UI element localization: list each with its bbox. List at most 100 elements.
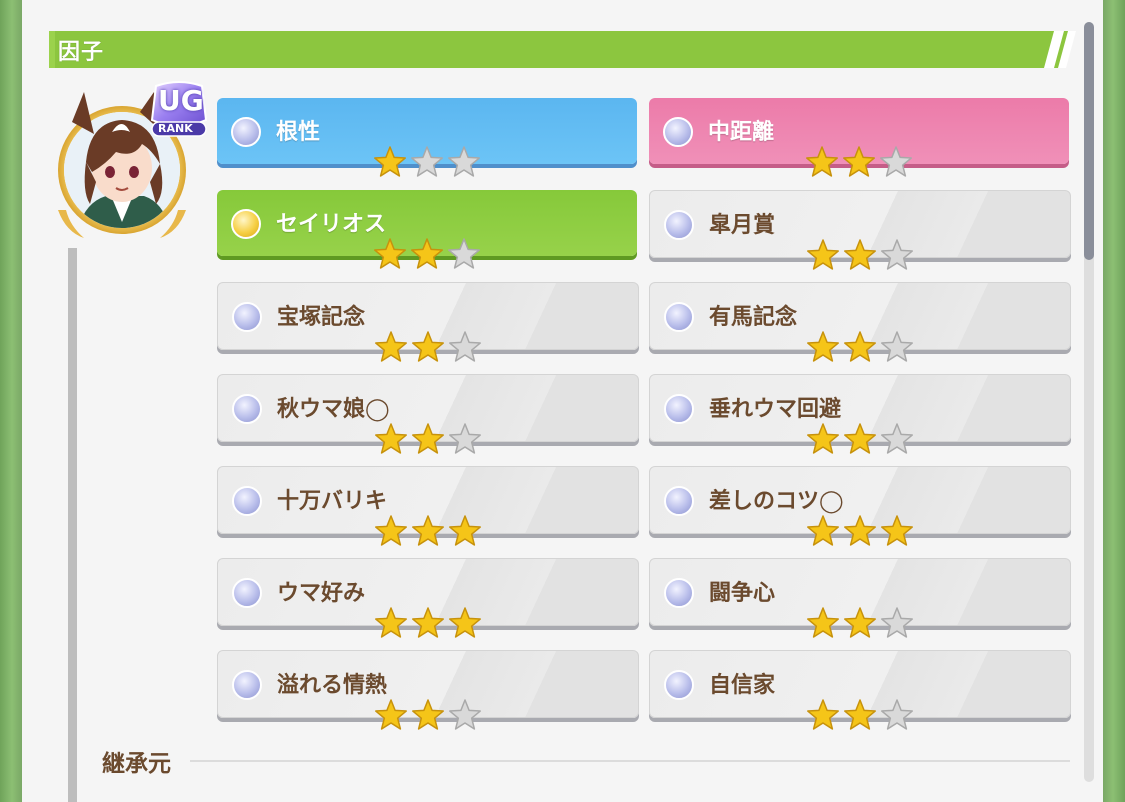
- star-empty-icon: [448, 146, 480, 177]
- factor-orb-icon: [664, 670, 694, 700]
- factor-card[interactable]: ウマ好み: [217, 558, 639, 638]
- factor-star-rating: [373, 421, 485, 457]
- star-filled-icon: [844, 423, 876, 454]
- star-filled-icon: [375, 515, 407, 546]
- star-filled-icon: [374, 146, 406, 177]
- star-empty-icon: [411, 146, 443, 177]
- factor-label: 溢れる情熱: [277, 673, 388, 698]
- factor-label: 中距離: [708, 120, 775, 145]
- factor-label: 自信家: [709, 673, 776, 698]
- factor-card[interactable]: 闘争心: [649, 558, 1071, 638]
- factor-card[interactable]: セイリオス: [217, 190, 637, 269]
- star-filled-icon: [374, 238, 406, 269]
- star-empty-icon: [881, 239, 913, 270]
- factor-orb-icon: [232, 578, 262, 608]
- star-filled-icon: [807, 607, 839, 638]
- scrollbar-thumb[interactable]: [1084, 22, 1094, 260]
- star-filled-icon: [449, 607, 481, 638]
- header-stripes-decoration: [1044, 31, 1076, 68]
- star-filled-icon: [449, 515, 481, 546]
- factor-label: 宝塚記念: [277, 305, 366, 330]
- factor-star-rating: [373, 513, 485, 549]
- factor-orb-icon: [232, 394, 262, 424]
- factor-orb-icon: [232, 670, 262, 700]
- factor-card[interactable]: 中距離: [649, 98, 1069, 177]
- factor-star-rating: [805, 697, 917, 733]
- factor-label: 差しのコツ◯: [709, 489, 844, 514]
- star-filled-icon: [375, 607, 407, 638]
- star-empty-icon: [881, 423, 913, 454]
- factor-star-rating: [372, 144, 484, 180]
- star-filled-icon: [881, 515, 913, 546]
- star-filled-icon: [375, 699, 407, 730]
- factor-card[interactable]: 根性: [217, 98, 637, 177]
- star-empty-icon: [449, 331, 481, 362]
- star-filled-icon: [412, 515, 444, 546]
- star-empty-icon: [880, 146, 912, 177]
- factor-label: 秋ウマ娘◯: [277, 397, 390, 422]
- factor-label: 十万バリキ: [277, 489, 388, 514]
- factor-card[interactable]: 自信家: [649, 650, 1071, 730]
- star-filled-icon: [844, 699, 876, 730]
- factor-orb-icon: [664, 486, 694, 516]
- factor-star-rating: [373, 697, 485, 733]
- star-filled-icon: [844, 331, 876, 362]
- factor-orb-icon: [663, 117, 693, 147]
- factor-star-rating: [805, 329, 917, 365]
- factor-orb-icon: [664, 210, 694, 240]
- ug-rank-badge-text: UG: [158, 84, 204, 117]
- factor-card[interactable]: 秋ウマ娘◯: [217, 374, 639, 454]
- star-filled-icon: [807, 699, 839, 730]
- factor-label: 有馬記念: [709, 305, 798, 330]
- star-filled-icon: [412, 423, 444, 454]
- factor-orb-icon: [664, 302, 694, 332]
- factor-card[interactable]: 垂れウマ回避: [649, 374, 1071, 454]
- factor-label: 垂れウマ回避: [709, 397, 842, 422]
- factor-star-rating: [805, 605, 917, 641]
- factor-card[interactable]: 十万バリキ: [217, 466, 639, 546]
- star-empty-icon: [881, 607, 913, 638]
- inheritance-timeline-bar: [68, 248, 77, 802]
- star-filled-icon: [411, 238, 443, 269]
- factor-card[interactable]: 差しのコツ◯: [649, 466, 1071, 546]
- factor-star-rating: [373, 329, 485, 365]
- star-empty-icon: [881, 331, 913, 362]
- factor-card[interactable]: 宝塚記念: [217, 282, 639, 362]
- factor-orb-icon: [231, 209, 261, 239]
- factor-label: セイリオス: [276, 212, 387, 237]
- factor-star-rating: [805, 513, 917, 549]
- factor-orb-icon: [664, 394, 694, 424]
- star-filled-icon: [412, 699, 444, 730]
- star-filled-icon: [843, 146, 875, 177]
- star-filled-icon: [844, 607, 876, 638]
- factor-star-rating: [805, 237, 917, 273]
- factor-star-rating: [805, 421, 917, 457]
- star-filled-icon: [807, 331, 839, 362]
- factor-star-rating: [372, 236, 484, 272]
- section-title: 因子: [58, 40, 105, 65]
- star-filled-icon: [412, 331, 444, 362]
- factor-star-rating: [804, 144, 916, 180]
- star-empty-icon: [448, 238, 480, 269]
- footer-divider: [190, 760, 1070, 762]
- factor-orb-icon: [232, 302, 262, 332]
- factor-orb-icon: [232, 486, 262, 516]
- star-filled-icon: [375, 331, 407, 362]
- star-empty-icon: [881, 699, 913, 730]
- star-filled-icon: [375, 423, 407, 454]
- factor-card[interactable]: 溢れる情熱: [217, 650, 639, 730]
- star-filled-icon: [844, 515, 876, 546]
- factor-card[interactable]: 皐月賞: [649, 190, 1071, 270]
- factor-label: 根性: [276, 120, 321, 145]
- star-filled-icon: [806, 146, 838, 177]
- star-filled-icon: [807, 239, 839, 270]
- ug-rank-badge-subtext: RANK: [158, 122, 193, 135]
- section-header-bar: [49, 31, 1071, 68]
- factor-card[interactable]: 有馬記念: [649, 282, 1071, 362]
- star-filled-icon: [807, 423, 839, 454]
- star-filled-icon: [412, 607, 444, 638]
- star-empty-icon: [449, 423, 481, 454]
- star-filled-icon: [844, 239, 876, 270]
- factor-label: ウマ好み: [277, 581, 366, 606]
- inheritance-source-label: 継承元: [102, 751, 171, 777]
